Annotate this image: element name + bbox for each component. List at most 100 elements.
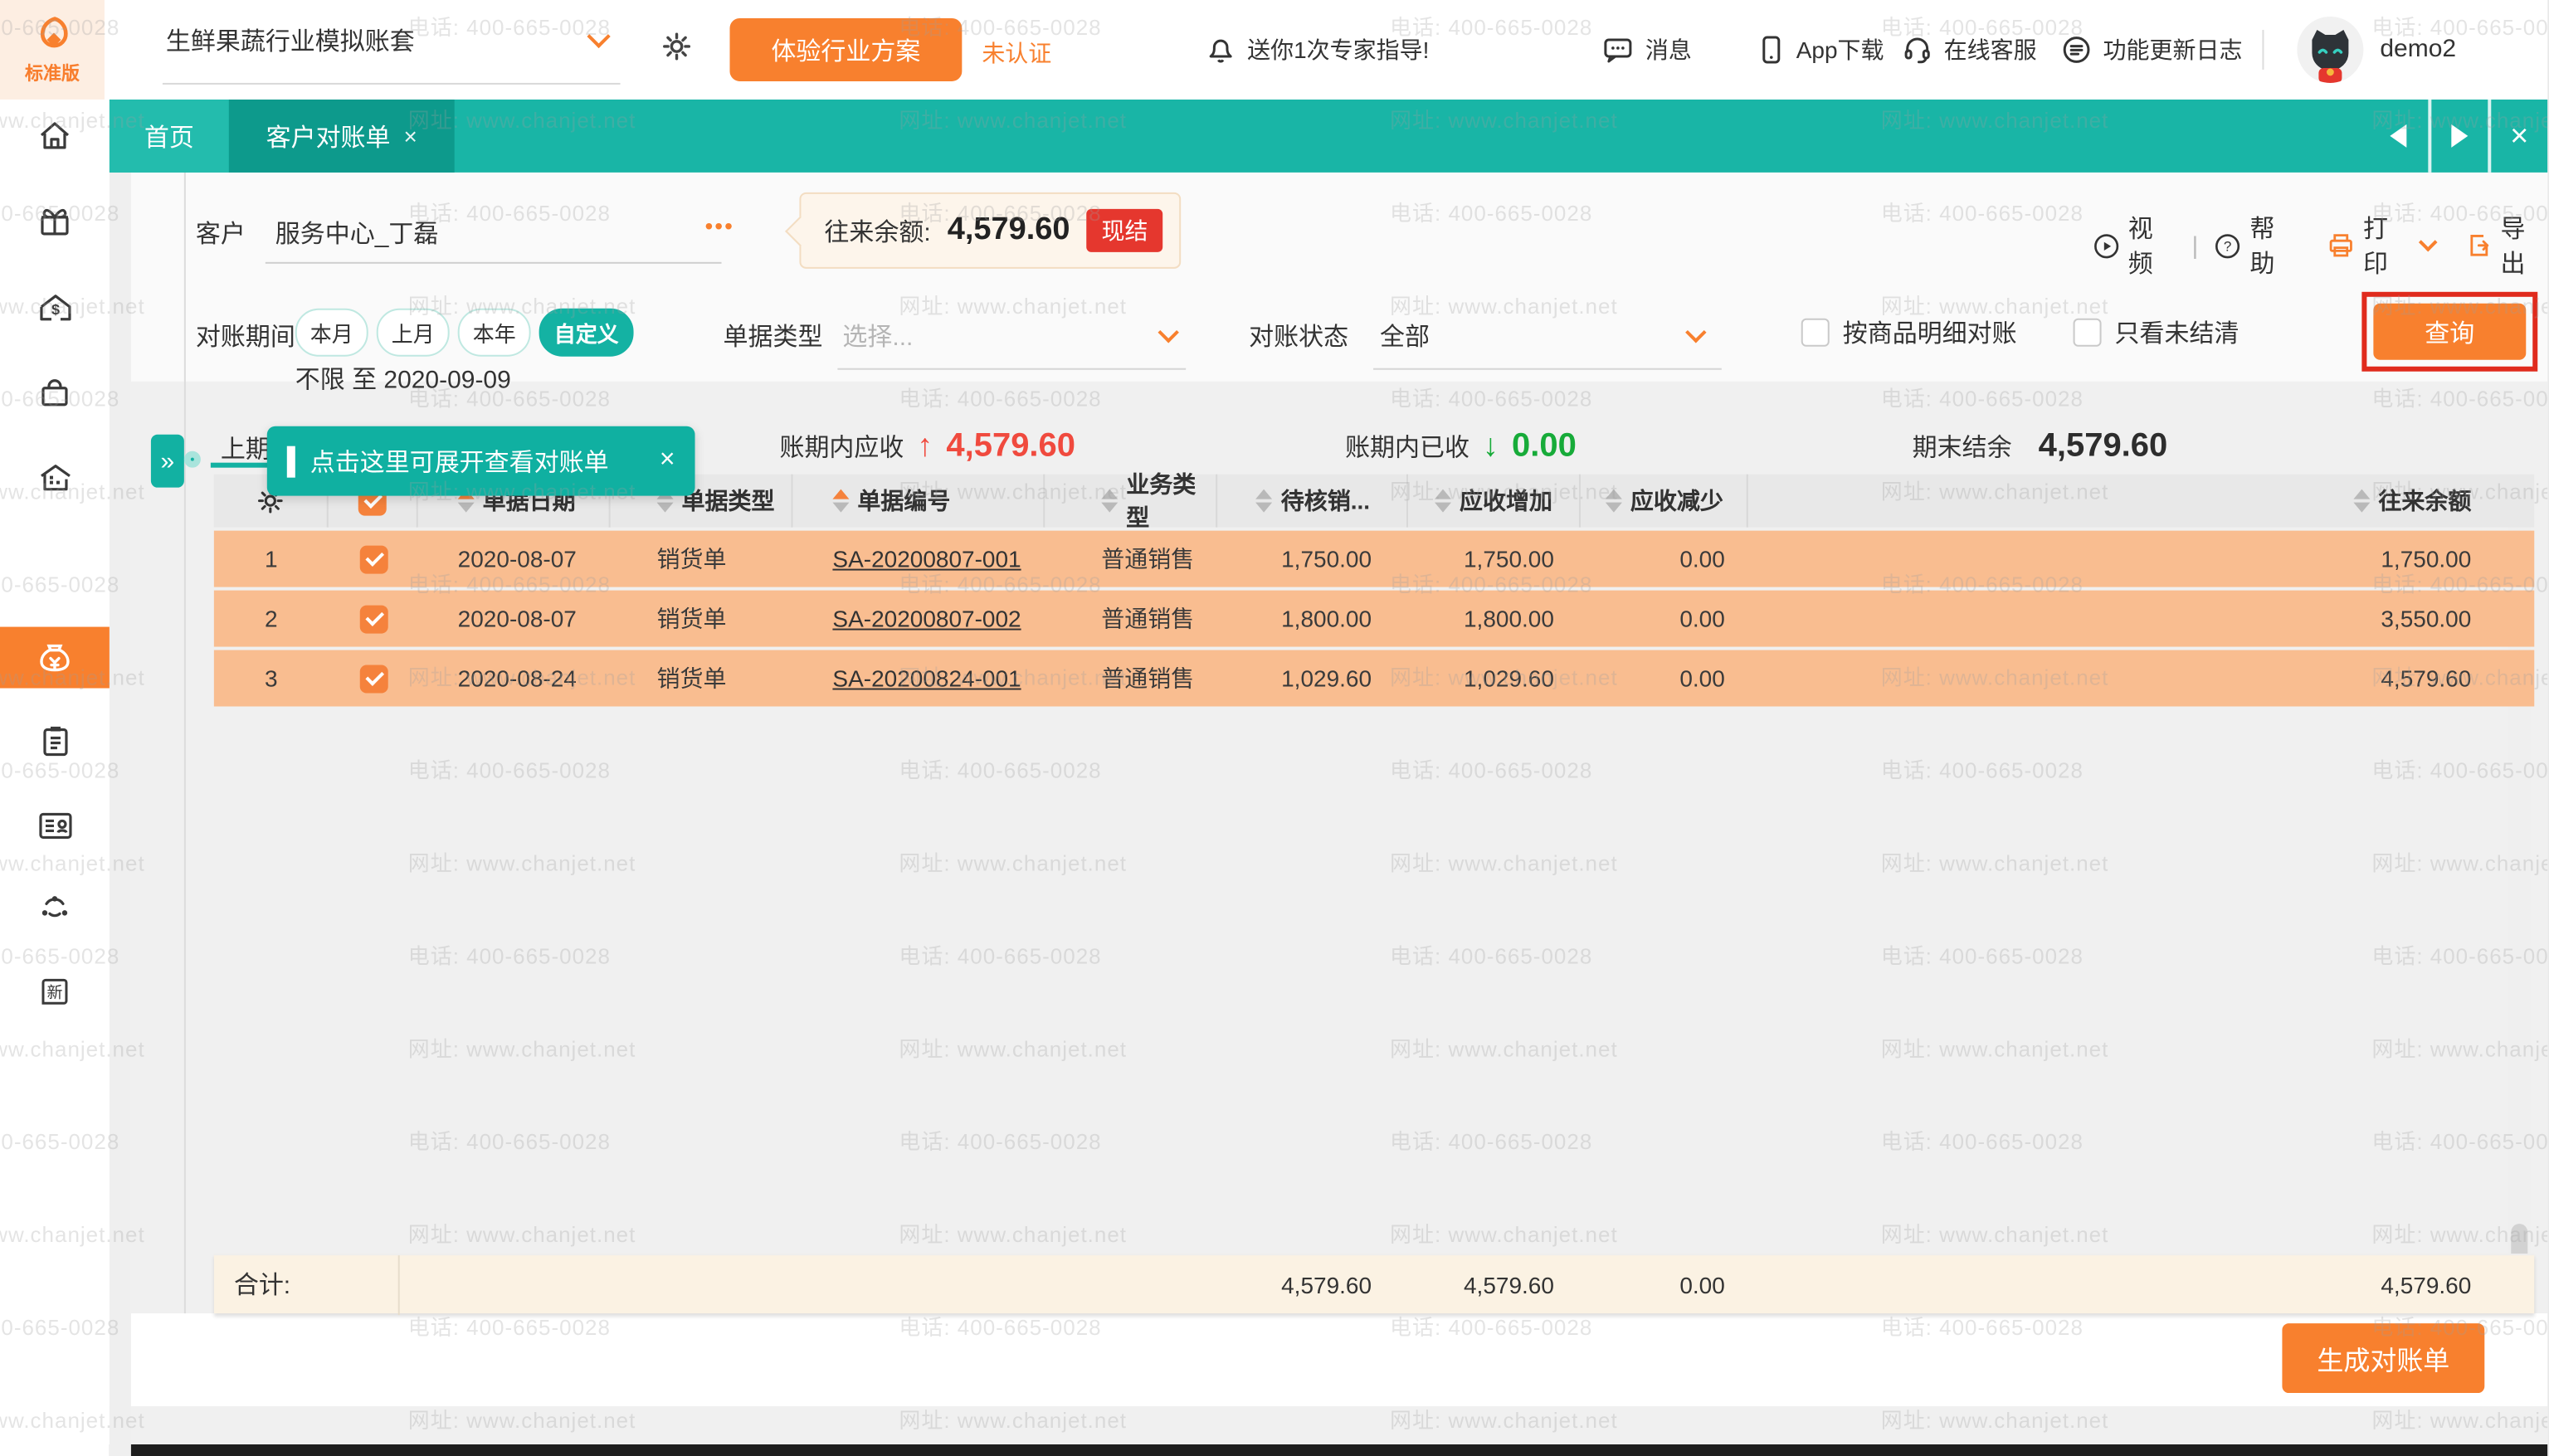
message-icon [1602,35,1634,65]
cell-no: SA-20200807-002 [792,591,1045,647]
warehouse-icon [36,460,74,496]
document-link[interactable]: SA-20200824-001 [832,665,1021,692]
sidebar-item-purchase[interactable] [0,362,110,425]
changelog-menu[interactable]: 功能更新日志 [2062,0,2243,100]
tab-scroll-left-button[interactable] [2368,100,2428,173]
checkbox-icon [1801,319,1830,347]
sidebar-item-inventory[interactable] [0,710,110,773]
sort-arrows-icon[interactable] [1435,489,1451,513]
sort-arrows-icon[interactable] [1101,489,1118,513]
account-switcher[interactable]: 生鲜果蔬行业模拟账套 [166,23,621,58]
brand-logo[interactable]: 标准版 [0,0,105,100]
table-row[interactable]: 22020-08-07销货单SA-20200807-002普通销售1,800.0… [214,591,2534,647]
sidebar-item-home[interactable] [0,105,110,168]
period-pills: 本月上月本年自定义 [295,309,634,357]
generate-statement-button[interactable]: 生成对账单 [2282,1323,2484,1393]
column-header-increase[interactable]: 应收增加 [1408,475,1581,528]
print-button[interactable]: 打印 [2327,211,2437,280]
sidebar-item-sales[interactable]: $ [0,277,110,340]
video-button[interactable]: 视频 [2093,211,2176,280]
sort-arrows-icon[interactable] [2353,489,2370,513]
svg-text:新: 新 [46,983,62,1001]
sort-arrows-icon[interactable] [1606,489,1622,513]
cert-status[interactable]: 未认证 [982,37,1051,70]
column-header-biz[interactable]: 业务类型 [1045,475,1217,528]
headset-icon [1903,35,1932,65]
column-header-balance[interactable]: 往来余额 [2285,475,2534,528]
detail-reconcile-checkbox[interactable]: 按商品明细对账 [1801,315,2017,350]
help-button[interactable]: ? 帮助 [2215,211,2297,280]
column-header-filler[interactable] [1748,475,2286,528]
document-link[interactable]: SA-20200807-002 [832,606,1021,632]
unsettled-only-checkbox[interactable]: 只看未结清 [2074,315,2240,350]
play-circle-icon [2093,231,2120,260]
chevron-down-icon [2419,233,2437,251]
cell-decrease: 0.00 [1581,531,1748,587]
cell-decrease: 0.00 [1581,650,1748,707]
period-pill[interactable]: 上月 [377,309,450,357]
funds-moneybag-icon [35,639,75,677]
column-header-decrease[interactable]: 应收减少 [1581,475,1748,528]
row-checkbox[interactable] [359,545,387,573]
sidebar-scrollbar[interactable] [110,173,131,1456]
balance-value: 4,579.60 [948,212,1070,249]
column-header-pending[interactable]: 待核销... [1217,475,1408,528]
column-header-no[interactable]: 单据编号 [792,475,1045,528]
avatar[interactable] [2297,17,2363,83]
sort-arrows-icon[interactable] [832,489,849,513]
contact-card-icon [36,809,74,842]
period-pill[interactable]: 本月 [295,309,368,357]
messages-menu[interactable]: 消息 [1602,0,1692,100]
total-pending: 4,579.60 [1217,1271,1408,1298]
row-checkbox[interactable] [359,605,387,633]
edition-label: 标准版 [25,59,80,85]
row-checkbox[interactable] [359,665,387,693]
cell-pending: 1,750.00 [1217,531,1408,587]
settings-gear-icon[interactable] [660,30,694,63]
period-range[interactable]: 不限 至 2020-09-09 [295,362,511,397]
table-row[interactable]: 32020-08-24销货单SA-20200824-001普通销售1,029.6… [214,650,2534,707]
sidebar-item-gift[interactable] [0,191,110,254]
sidebar-item-warehouse[interactable] [0,446,110,509]
tab-close-icon[interactable]: × [404,123,417,149]
cell-filler [1748,531,2286,587]
tooltip-anchor-dot [184,451,201,468]
expand-tooltip: 点击这里可展开查看对账单 × [267,426,695,496]
sort-arrows-icon[interactable] [1256,489,1273,513]
tooltip-close-icon[interactable]: × [660,446,675,476]
export-button[interactable]: 导出 [2464,211,2547,280]
sidebar-item-funds[interactable] [0,627,110,689]
sidebar-item-contacts[interactable] [0,794,110,857]
phone-icon [1758,35,1785,65]
expand-panel-button[interactable]: » [151,435,184,488]
doc-type-select[interactable]: 选择... [842,319,913,353]
tab-customer-statement[interactable]: 客户对账单 × [229,100,455,173]
customer-field[interactable]: 服务中心_丁磊 [275,216,439,251]
table-row[interactable]: 12020-08-07销货单SA-20200807-001普通销售1,750.0… [214,531,2534,587]
cell-type: 销货单 [611,650,793,707]
app-download-label: App下载 [1796,33,1884,66]
online-service-menu[interactable]: 在线客服 [1903,0,2037,100]
sidebar-item-new-features[interactable]: 新 [0,960,110,1023]
inventory-clipboard-icon [37,723,72,760]
tab-home[interactable]: 首页 [110,100,229,173]
document-link[interactable]: SA-20200807-001 [832,546,1021,572]
trial-plan-button[interactable]: 体验行业方案 [729,18,962,81]
sidebar-item-share[interactable] [0,877,110,940]
tab-scroll-right-button[interactable] [2428,100,2488,173]
username[interactable]: demo2 [2380,35,2456,63]
cell-balance: 3,550.00 [2285,591,2534,647]
status-select[interactable]: 全部 [1380,319,1430,353]
doc-type-label: 单据类型 [724,319,823,353]
period-pill[interactable]: 自定义 [539,309,634,357]
expert-promo-label: 送你1次专家指导! [1247,33,1429,66]
query-button[interactable]: 查询 [2373,304,2526,360]
period-pill[interactable]: 本年 [458,309,531,357]
statement-table: 单据日期单据类型单据编号业务类型待核销...应收增加应收减少往来余额12020-… [214,475,2534,707]
totals-row: 合计: 4,579.60 4,579.60 0.00 4,579.60 [214,1254,2534,1313]
cell-index: 2 [214,591,329,647]
tabs-close-all-button[interactable]: × [2488,100,2547,173]
customer-more-ellipsis[interactable]: ••• [705,212,734,239]
app-download-menu[interactable]: App下载 [1758,0,1884,100]
expert-promo[interactable]: 送你1次专家指导! [1206,0,1429,100]
